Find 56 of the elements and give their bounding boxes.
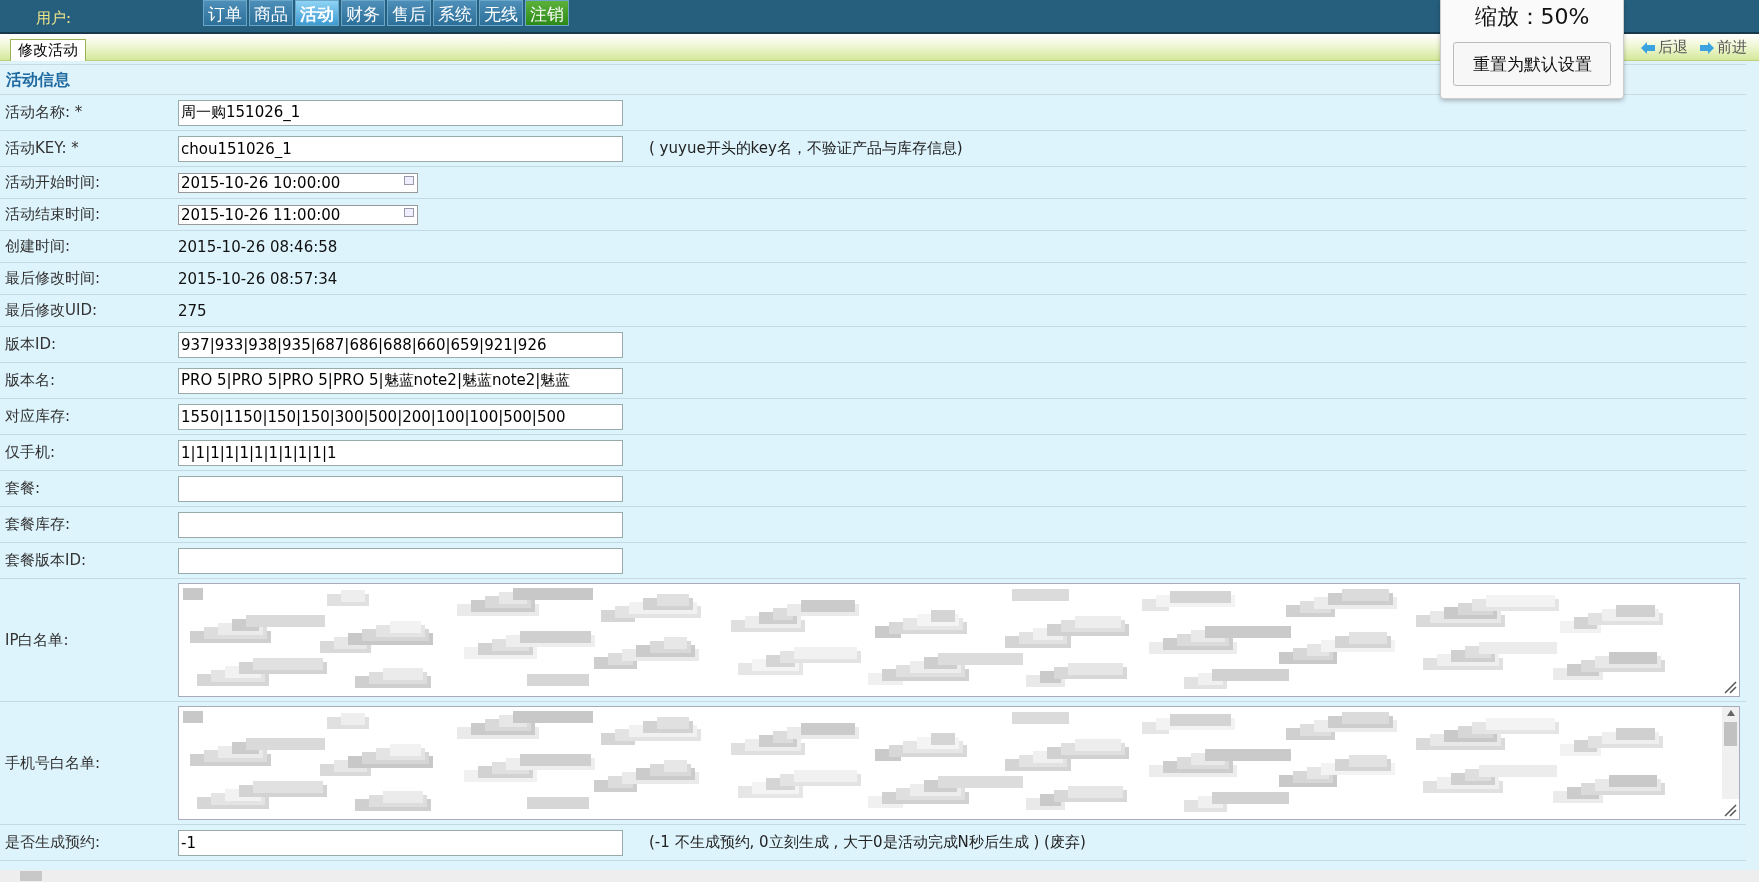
nav-tab[interactable]: 无线 [479,0,523,26]
field-label: 活动开始时间: [4,173,102,192]
calendar-icon [404,175,414,185]
field-label: 最后修改UID: [4,301,98,320]
field-label: 仅手机: [4,443,57,462]
field-label: 最后修改时间: [4,269,102,288]
text-field[interactable]: 1550|1150|150|150|300|500|200|100|100|500|500 [178,403,623,430]
field-label: 手机号白名单: [4,753,102,773]
text-field[interactable] [178,475,623,502]
field-label: 套餐库存: [4,515,72,534]
calendar-icon [404,207,414,217]
user-label: 用户: [35,9,73,29]
history-link[interactable]: 后退 [1641,38,1688,57]
nav-tab[interactable]: 系统 [433,0,477,26]
zoom-level-text: 缩放：50% [1474,3,1590,31]
field-label: 套餐版本ID: [4,551,88,570]
text-field[interactable] [178,547,623,574]
field-label: 版本ID: [4,335,58,354]
field-value: 2015-10-26 08:46:58 [178,237,338,256]
text-field[interactable]: 1|1|1|1|1|1|1|1|1|1|1 [178,439,623,466]
page-tab[interactable]: 修改活动 [10,39,86,61]
field-value: 2015-10-26 08:57:34 [178,269,338,288]
text-field[interactable]: PRO 5|PRO 5|PRO 5|PRO 5|魅蓝note2|魅蓝note2|魅蓝 [178,367,623,394]
field-label: IP白名单: [4,630,70,650]
nav-tab[interactable]: 售后 [387,0,431,26]
horizontal-scrollbar[interactable] [0,870,1759,882]
field-label: 活动KEY: * [4,139,80,158]
right-arrow-icon [1700,41,1714,54]
resize-grip-icon [1723,803,1737,817]
vertical-scrollbar[interactable] [1722,707,1739,799]
reset-zoom-button[interactable]: 重置为默认设置 [1453,42,1611,86]
field-label: 套餐: [4,479,42,498]
hint-text: (-1 不生成预约, 0立刻生成 , 大于0是活动完成N秒后生成 ) (废弃) [649,833,1086,852]
resize-grip-icon [1723,680,1737,694]
up-arrow-icon [1726,710,1735,716]
date-field[interactable]: 2015-10-26 10:00:00 [178,172,418,193]
text-field[interactable]: 937|933|938|935|687|686|688|660|659|921|926 [178,331,623,358]
field-label: 活动名称: * [4,103,84,122]
field-label: 活动结束时间: [4,205,102,224]
scrollbar-thumb[interactable] [1724,722,1737,746]
history-link[interactable]: 前进 [1700,38,1747,57]
nav-tab[interactable]: 财务 [341,0,385,26]
nav-tab[interactable]: 订单 [203,0,247,26]
nav-tab[interactable]: 商品 [249,0,293,26]
text-field[interactable]: -1 [178,829,623,856]
field-value: 275 [178,301,207,320]
text-field[interactable] [178,511,623,538]
field-label: 对应库存: [4,407,72,426]
field-label: 创建时间: [4,237,72,256]
hint-text: ( yuyue开头的key名，不验证产品与库存信息) [649,139,963,158]
left-arrow-icon [1641,41,1655,54]
date-field[interactable]: 2015-10-26 11:00:00 [178,204,418,225]
text-field[interactable]: 周一购151026_1 [178,99,623,126]
text-field[interactable]: chou151026_1 [178,135,623,162]
field-label: 版本名: [4,371,57,390]
field-label: 是否生成预约: [4,833,102,852]
